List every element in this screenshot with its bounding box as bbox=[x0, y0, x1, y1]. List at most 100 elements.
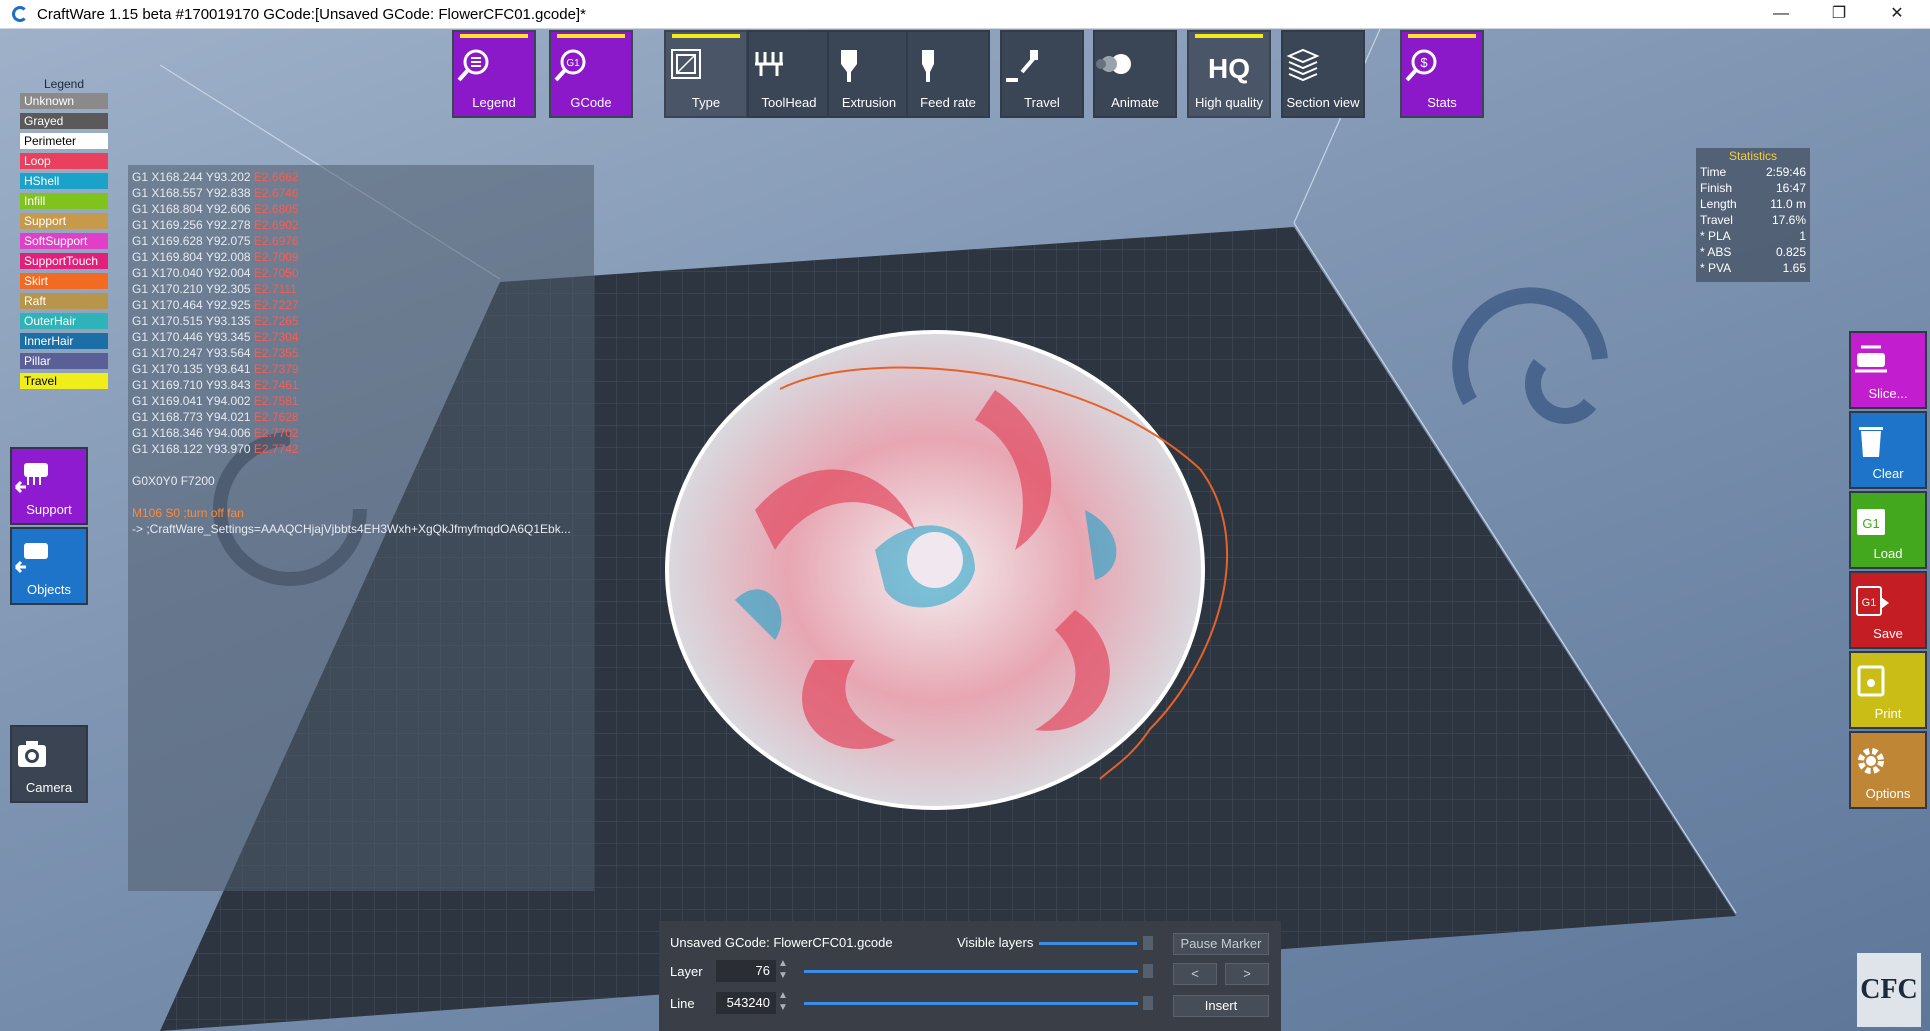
travel-icon bbox=[1006, 50, 1038, 82]
camera-button[interactable]: Camera bbox=[10, 725, 88, 803]
statistics-row: * PVA 1.65 bbox=[1696, 260, 1810, 276]
pause-marker-button[interactable]: Pause Marker bbox=[1173, 933, 1269, 955]
gcode-search-icon: G1 bbox=[554, 49, 586, 82]
toolhead-button[interactable]: ToolHead bbox=[747, 30, 831, 118]
visible-layers-slider-handle[interactable] bbox=[1143, 936, 1153, 950]
gcode-line: G1 X168.773 Y94.021 E2.7628 bbox=[132, 409, 592, 425]
legend-item: Loop bbox=[20, 153, 108, 169]
layer-slider[interactable] bbox=[804, 970, 1138, 973]
type-icon bbox=[671, 49, 701, 79]
line-spinbox[interactable]: 543240 bbox=[716, 992, 776, 1014]
save-icon: G1 bbox=[1856, 586, 1889, 616]
gcode-move: G1 X170.210 Y92.305 bbox=[132, 282, 254, 296]
restore-button[interactable]: ❐ bbox=[1810, 0, 1868, 29]
clear-button[interactable]: Clear bbox=[1849, 411, 1927, 489]
next-button[interactable]: > bbox=[1225, 963, 1269, 985]
active-indicator bbox=[460, 34, 528, 38]
line-slider-handle[interactable] bbox=[1143, 996, 1153, 1010]
legend-item: Skirt bbox=[20, 273, 108, 289]
layer-spinbox[interactable]: 76 bbox=[716, 960, 776, 982]
legend-item: OuterHair bbox=[20, 313, 108, 329]
gcode-move: G1 X170.515 Y93.135 bbox=[132, 314, 254, 328]
gcode-move: G1 X169.710 Y93.843 bbox=[132, 378, 254, 392]
insert-button[interactable]: Insert bbox=[1173, 995, 1269, 1017]
gcode-move: G1 X168.122 Y93.970 bbox=[132, 442, 254, 456]
layer-spin-arrows[interactable]: ▲ ▼ bbox=[778, 958, 788, 982]
line-slider[interactable] bbox=[804, 1002, 1138, 1005]
gcode-line: G1 X170.247 Y93.564 E2.7355 bbox=[132, 345, 592, 361]
3d-viewport[interactable]: Legend Unknown Grayed Perimeter Loop HShell I… bbox=[0, 29, 1930, 1031]
extrusion-icon bbox=[841, 50, 857, 82]
options-button[interactable]: Options bbox=[1849, 731, 1927, 809]
legend-item: Grayed bbox=[20, 113, 108, 129]
support-icon bbox=[14, 463, 48, 494]
extrusion-button-label: Extrusion bbox=[841, 95, 897, 110]
gcode-extrusion-value: E2.7227 bbox=[253, 298, 299, 312]
gcode-button[interactable]: G1 GCode bbox=[549, 30, 633, 118]
close-button[interactable]: ✕ bbox=[1868, 0, 1926, 29]
statistics-value: 0.825 bbox=[1775, 245, 1806, 259]
section-view-button[interactable]: Section view bbox=[1281, 30, 1365, 118]
toolhead-button-label: ToolHead bbox=[761, 95, 817, 110]
gcode-extrusion-value: E2.6902 bbox=[253, 218, 299, 232]
layer-slider-handle[interactable] bbox=[1143, 964, 1153, 978]
section-view-icon bbox=[1286, 48, 1320, 82]
print-icon bbox=[1857, 665, 1885, 697]
gcode-line: G1 X170.515 Y93.135 E2.7265 bbox=[132, 313, 592, 329]
window-title: CraftWare 1.15 beta #170019170 GCode:[Un… bbox=[37, 6, 586, 23]
support-button[interactable]: Support bbox=[10, 447, 88, 525]
gcode-line: G1 X170.210 Y92.305 E2.7111 bbox=[132, 281, 592, 297]
high-quality-button[interactable]: HQ High quality bbox=[1187, 30, 1271, 118]
minimize-button[interactable]: — bbox=[1752, 0, 1810, 29]
clear-trash-icon bbox=[1859, 427, 1883, 457]
animate-button[interactable]: Animate bbox=[1093, 30, 1177, 118]
stats-button[interactable]: $ Stats bbox=[1400, 30, 1484, 118]
statistics-key: Length bbox=[1700, 197, 1737, 211]
feedrate-button[interactable]: Feed rate bbox=[906, 30, 990, 118]
statistics-row: Length 11.0 m bbox=[1696, 196, 1810, 212]
statistics-row: * PLA 1 bbox=[1696, 228, 1810, 244]
gcode-panel: G1 X168.244 Y93.202 E2.6662 G1 X168.557 Y… bbox=[128, 165, 594, 891]
travel-button-label: Travel bbox=[1024, 95, 1060, 110]
gcode-line: G1 X168.244 Y93.202 E2.6662 bbox=[132, 169, 592, 185]
travel-button[interactable]: Travel bbox=[1000, 30, 1084, 118]
feedrate-button-label: Feed rate bbox=[920, 95, 976, 110]
slice-button[interactable]: Slice... bbox=[1849, 331, 1927, 409]
previous-button[interactable]: < bbox=[1173, 963, 1217, 985]
gcode-extrusion-value: E2.6746 bbox=[253, 186, 299, 200]
statistics-row: Finish 16:47 bbox=[1696, 180, 1810, 196]
high-quality-button-label: High quality bbox=[1195, 95, 1263, 110]
save-button[interactable]: G1 Save bbox=[1849, 571, 1927, 649]
gcode-extrusion-value: E2.7581 bbox=[253, 394, 299, 408]
load-button[interactable]: G1 Load bbox=[1849, 491, 1927, 569]
gcode-extrusion-value: E2.7050 bbox=[253, 266, 299, 280]
load-button-label: Load bbox=[1873, 546, 1903, 561]
gcode-extrusion-value: E2.7355 bbox=[253, 346, 299, 360]
legend-item: Raft bbox=[20, 293, 108, 309]
objects-button-label: Objects bbox=[26, 582, 72, 597]
print-button[interactable]: Print bbox=[1849, 651, 1927, 729]
gcode-extrusion-value: E2.7265 bbox=[253, 314, 299, 328]
active-indicator bbox=[672, 34, 740, 38]
gcode-extrusion-value: E2.7461 bbox=[253, 378, 299, 392]
line-spin-arrows[interactable]: ▲ ▼ bbox=[778, 990, 788, 1014]
gcode-move: G1 X169.256 Y92.278 bbox=[132, 218, 254, 232]
legend-item: Pillar bbox=[20, 353, 108, 369]
legend-panel: Legend Unknown Grayed Perimeter Loop HShell I… bbox=[20, 77, 108, 393]
toolhead-icon bbox=[755, 52, 783, 76]
objects-button[interactable]: Objects bbox=[10, 527, 88, 605]
gcode-settings-line: -> ;CraftWare_Settings=AAAQCHjajVjbbts4E… bbox=[132, 522, 571, 536]
legend-item: SupportTouch bbox=[20, 253, 108, 269]
slice-icon bbox=[1855, 345, 1887, 373]
extrusion-button[interactable]: Extrusion bbox=[827, 30, 911, 118]
gcode-line: G1 X170.446 Y93.345 E2.7304 bbox=[132, 329, 592, 345]
type-button[interactable]: Type bbox=[664, 30, 748, 118]
section-view-button-label: Section view bbox=[1286, 95, 1360, 110]
visible-layers-slider[interactable] bbox=[1039, 942, 1137, 945]
gcode-line: G1 X170.135 Y93.641 E2.7379 bbox=[132, 361, 592, 377]
cfc-logo: CFC bbox=[1857, 953, 1921, 1027]
legend-button[interactable]: Legend bbox=[452, 30, 536, 118]
gcode-move: G1 X169.628 Y92.075 bbox=[132, 234, 254, 248]
gcode-move: G1 X170.247 Y93.564 bbox=[132, 346, 254, 360]
gcode-extrusion-value: E2.6976 bbox=[253, 234, 299, 248]
